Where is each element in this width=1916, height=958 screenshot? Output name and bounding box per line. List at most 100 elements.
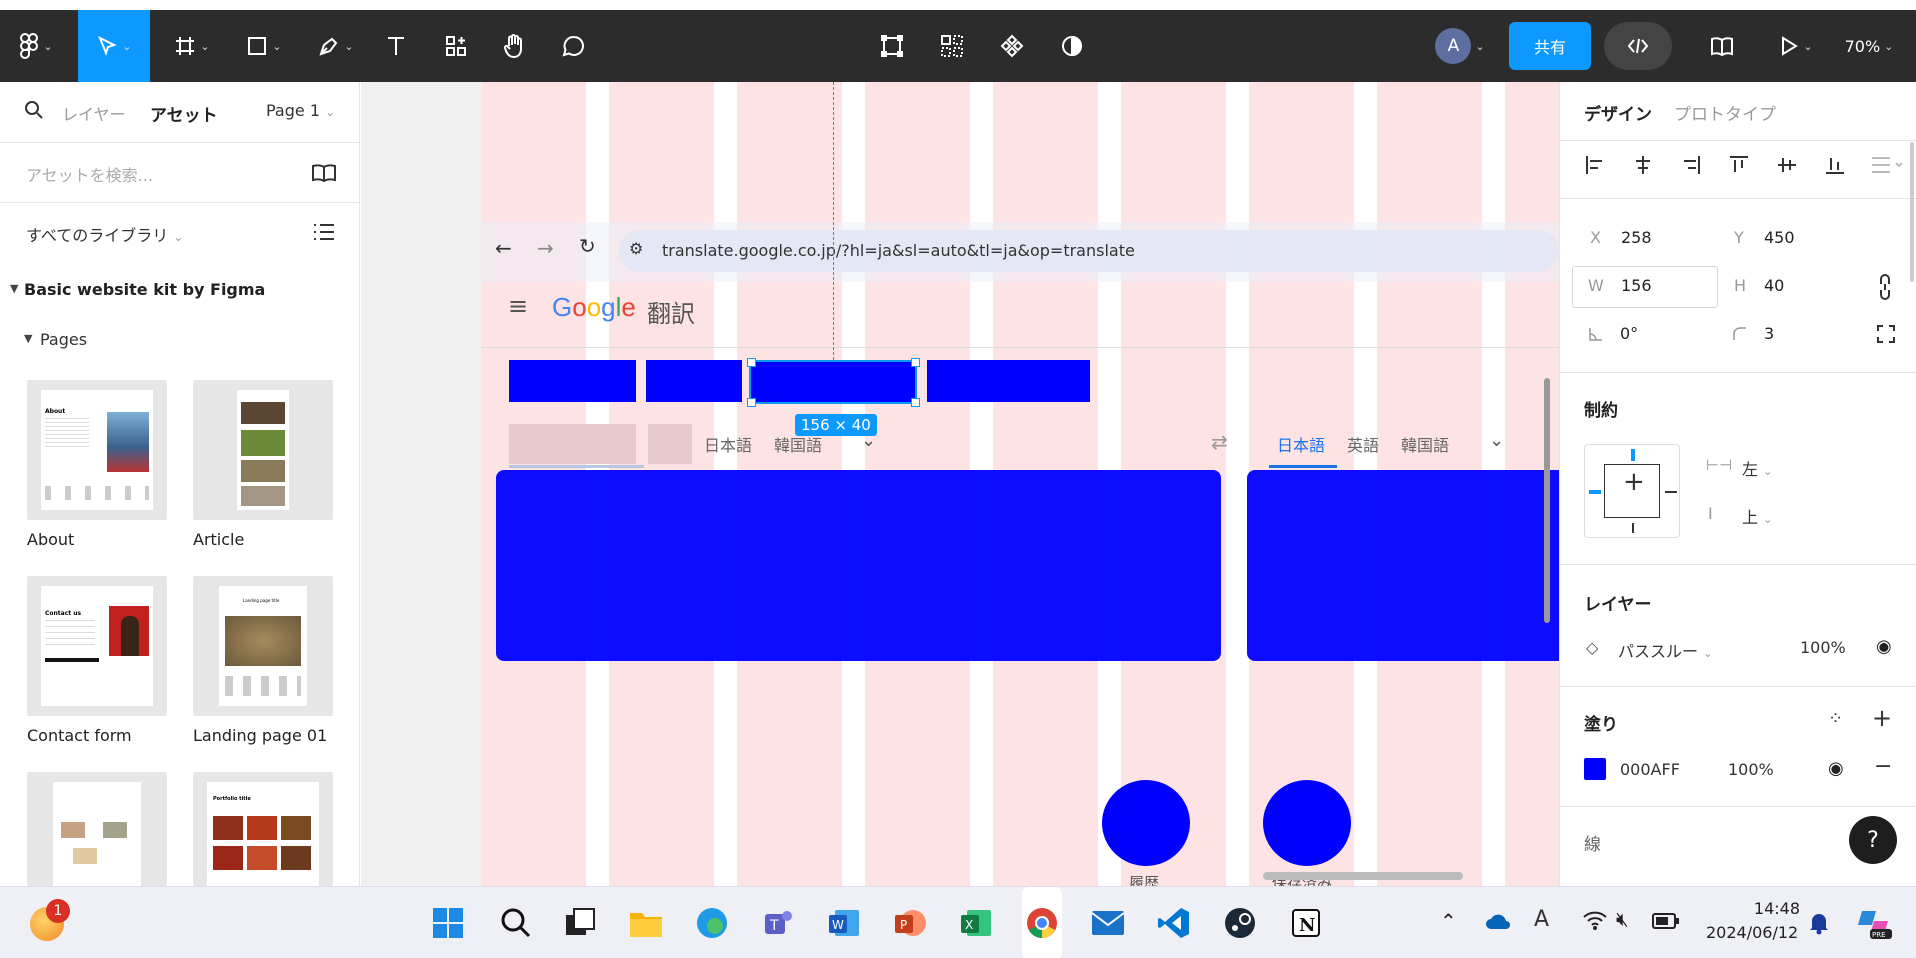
notion-icon[interactable]: N (1286, 887, 1326, 958)
saved-button-circle[interactable] (1263, 780, 1351, 866)
caret-down-icon[interactable]: ▼ (24, 332, 32, 345)
distribute-icon[interactable] (1870, 154, 1904, 176)
y-input[interactable]: 450 (1764, 228, 1795, 247)
constraint-right[interactable] (1665, 491, 1677, 493)
blend-mode-select[interactable]: パススルー ⌄ (1618, 638, 1712, 662)
source-text-area[interactable] (496, 470, 1221, 661)
align-bottom-icon[interactable] (1824, 154, 1846, 176)
page-thumbnail-contact-form[interactable]: Contact us (27, 576, 167, 716)
horizontal-constraint-select[interactable]: 左 ⌄ (1742, 456, 1772, 480)
remove-fill-icon[interactable]: − (1874, 754, 1892, 779)
clock-date[interactable]: 2024/06/12 (1706, 923, 1798, 942)
fill-hex-input[interactable]: 000AFF (1620, 760, 1680, 779)
target-lang-tab[interactable]: 英語 (1347, 432, 1379, 456)
list-view-icon[interactable] (312, 222, 336, 242)
tab-prototype[interactable]: プロトタイプ (1674, 100, 1776, 125)
resize-handle[interactable] (747, 398, 756, 407)
word-icon[interactable]: W (824, 887, 864, 958)
horizontal-scrollbar[interactable] (1263, 872, 1463, 880)
copilot-icon[interactable]: PRE (1856, 907, 1894, 941)
powerpoint-icon[interactable]: P (890, 887, 930, 958)
library-button[interactable] (1702, 10, 1742, 82)
align-middle-icon[interactable] (1776, 154, 1798, 176)
caret-down-icon[interactable]: ▼ (10, 282, 18, 295)
language-tab-placeholder[interactable] (648, 424, 692, 464)
text-tool-button[interactable] (376, 10, 416, 82)
windows-start-icon[interactable] (428, 887, 468, 958)
resize-handle[interactable] (747, 358, 756, 367)
file-explorer-icon[interactable] (626, 887, 666, 958)
hand-tool-button[interactable] (494, 10, 534, 82)
pages-section-label[interactable]: Pages (40, 330, 87, 349)
library-filter[interactable]: すべてのライブラリ ⌄ (26, 222, 183, 246)
h-input[interactable]: 40 (1764, 276, 1784, 295)
page-thumbnail-about[interactable]: About (27, 380, 167, 520)
fill-color-swatch[interactable] (1584, 758, 1606, 780)
x-input[interactable]: 258 (1621, 228, 1652, 247)
constraint-top-active[interactable] (1631, 449, 1635, 461)
reload-icon[interactable]: ↻ (579, 234, 596, 258)
eye-icon[interactable]: ◉ (1876, 636, 1892, 657)
chevron-down-icon[interactable]: ⌄ (1489, 430, 1504, 451)
blue-rectangle[interactable] (509, 360, 636, 402)
grid-layout-button[interactable] (932, 10, 972, 82)
fill-opacity-input[interactable]: 100% (1728, 760, 1774, 779)
notification-bell-icon[interactable] (1808, 911, 1830, 935)
add-fill-icon[interactable]: + (1872, 704, 1892, 732)
shape-tool-button[interactable]: ⌄ (236, 10, 292, 82)
constraint-bottom[interactable] (1632, 523, 1634, 533)
site-settings-icon[interactable]: ⚙ (629, 239, 643, 258)
rotation-input[interactable]: 0° (1620, 324, 1638, 343)
edge-browser-icon[interactable] (692, 887, 732, 958)
source-lang-tab[interactable]: 日本語 (704, 432, 752, 456)
tab-assets[interactable]: アセット (150, 101, 218, 126)
mail-icon[interactable] (1088, 887, 1128, 958)
layer-opacity-input[interactable]: 100% (1800, 638, 1846, 657)
comment-tool-button[interactable] (554, 10, 594, 82)
w-input[interactable]: 156 (1621, 276, 1652, 295)
zoom-menu[interactable]: 70% ⌄ (1834, 10, 1904, 82)
constraint-widget[interactable]: + (1584, 444, 1680, 538)
target-text-area[interactable] (1247, 470, 1559, 661)
excel-icon[interactable]: X (956, 887, 996, 958)
design-canvas[interactable]: ← → ↻ ⚙ translate.google.co.jp/?hl=ja&sl… (361, 82, 1559, 886)
search-icon[interactable] (496, 887, 536, 958)
selected-rectangle[interactable] (749, 360, 917, 404)
frame-tool-button[interactable]: ⌄ (164, 10, 220, 82)
book-icon[interactable] (310, 162, 338, 184)
dev-mode-toggle[interactable] (1604, 22, 1672, 70)
page-thumbnail[interactable] (27, 772, 167, 886)
help-button[interactable]: ? (1849, 816, 1897, 864)
forward-icon[interactable]: → (537, 236, 554, 260)
independent-corners-icon[interactable] (1876, 324, 1896, 344)
eye-icon[interactable]: ◉ (1828, 758, 1844, 779)
pen-tool-button[interactable]: ⌄ (308, 10, 364, 82)
align-top-icon[interactable] (1728, 154, 1750, 176)
share-button[interactable]: 共有 (1509, 22, 1591, 70)
tab-layers[interactable]: レイヤー (62, 101, 126, 125)
hamburger-menu-icon[interactable]: ≡ (508, 292, 528, 320)
resources-button[interactable] (436, 10, 476, 82)
constraint-left-active[interactable] (1589, 490, 1601, 494)
steam-icon[interactable] (1220, 887, 1260, 958)
page-selector[interactable]: Page 1 ⌄ (266, 101, 335, 120)
asset-search-input[interactable]: アセットを検索... (26, 162, 153, 186)
figma-menu-button[interactable]: ⌄ (10, 10, 62, 82)
transform-button[interactable] (872, 10, 912, 82)
task-view-icon[interactable] (560, 887, 600, 958)
search-icon[interactable] (24, 100, 44, 120)
clock-time[interactable]: 14:48 (1752, 899, 1800, 918)
align-center-horizontal-icon[interactable] (1632, 154, 1654, 176)
panel-scrollbar[interactable] (1910, 142, 1914, 282)
url-field[interactable]: ⚙ translate.google.co.jp/?hl=ja&sl=auto&… (619, 230, 1559, 272)
user-menu[interactable]: A ⌄ (1424, 10, 1496, 82)
target-lang-tab[interactable]: 韓国語 (1401, 432, 1449, 456)
ime-icon[interactable]: A (1534, 907, 1549, 932)
wifi-icon[interactable] (1582, 909, 1608, 931)
constrain-proportions-icon[interactable] (1878, 274, 1892, 300)
scrollbar[interactable] (1544, 378, 1550, 623)
styles-icon[interactable]: ⁘ (1828, 708, 1843, 729)
radius-input[interactable]: 3 (1764, 324, 1774, 343)
vertical-constraint-select[interactable]: 上 ⌄ (1742, 504, 1772, 528)
kit-title[interactable]: Basic website kit by Figma (24, 280, 265, 299)
